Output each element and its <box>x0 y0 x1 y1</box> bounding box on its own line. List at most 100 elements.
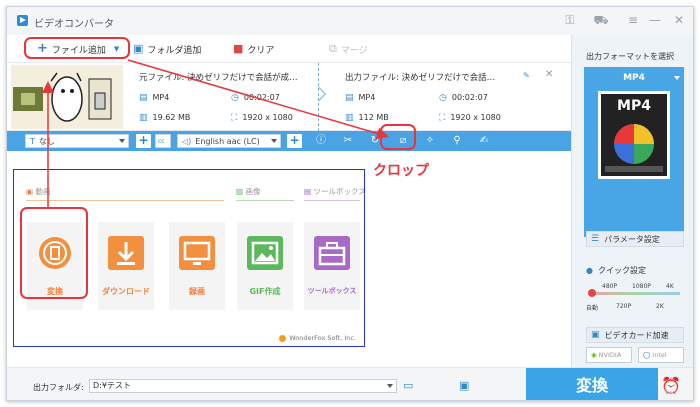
download-icon <box>108 236 144 270</box>
output-file-title: 出力ファイル: 決めゼリフだけで会話… <box>345 73 496 83</box>
merge-icon: ⧉ <box>329 42 337 55</box>
gif-card[interactable]: GIF作成 <box>237 222 293 310</box>
film-reel-icon <box>37 236 73 270</box>
add-file-button[interactable]: + ファイル追加 ▼ <box>37 41 119 57</box>
convert-button[interactable]: 変換 <box>526 368 658 400</box>
toolbox-card-label: ツールボックス <box>307 287 357 295</box>
wonderfox-logo-icon <box>279 334 287 342</box>
image-section-line <box>236 200 294 201</box>
output-folder-input[interactable]: D:¥テスト <box>89 379 397 393</box>
app-logo-icon <box>17 15 28 26</box>
output-format: ▤ MP4 <box>345 93 375 103</box>
quick-label-4k: 4K <box>666 283 674 290</box>
video-thumbnail[interactable] <box>11 65 123 129</box>
chevron-down-icon <box>387 384 393 388</box>
section-image: ▨ 画像 <box>236 186 260 197</box>
app-window: ビデオコンバータ ⚿ ⛟ ≡ — ✕ + ファイル追加 ▼ ▣ フォルダ追加 ■… <box>6 6 694 401</box>
merge-button[interactable]: ⧉ マージ <box>329 41 368 57</box>
quality-slider-handle[interactable] <box>588 289 596 297</box>
source-duration-value: 00:02:07 <box>243 93 280 102</box>
rotate-icon[interactable]: ↻ <box>368 134 382 148</box>
output-duration: ◷ 00:02:07 <box>439 93 488 103</box>
toolbox-section-line <box>304 200 360 201</box>
toolbox-icon <box>314 236 350 270</box>
section-video: ▣ 動画 <box>26 186 50 197</box>
intel-label: Intel <box>652 351 667 359</box>
chip-icon: ▣ <box>591 330 600 340</box>
clock-icon: ◷ <box>439 93 447 103</box>
source-resolution-value: 1920 x 1080 <box>242 113 293 122</box>
key-icon[interactable]: ⚿ <box>562 13 578 27</box>
dot-icon: ● <box>586 266 593 275</box>
plus-icon: + <box>37 41 48 56</box>
main-toolbar: + ファイル追加 ▼ ▣ フォルダ追加 ■ クリア ⧉ マージ <box>7 35 571 63</box>
browse-folder-icon[interactable]: ▣ <box>459 379 469 392</box>
record-card[interactable]: 録画 <box>169 222 225 310</box>
nvidia-icon: ◉ <box>591 351 597 359</box>
convert-card[interactable]: 変換 <box>27 222 83 310</box>
output-folder-label: 出力フォルダ: <box>33 383 84 392</box>
sliders-icon: ☰ <box>591 234 600 244</box>
source-duration: ◷ 00:02:07 <box>231 93 280 103</box>
source-format-value: MP4 <box>152 93 170 102</box>
add-folder-button[interactable]: ▣ フォルダ追加 <box>133 41 201 57</box>
cart-icon[interactable]: ⛟ <box>593 13 609 27</box>
output-format-value: MP4 <box>358 93 376 102</box>
output-resolution: ⛶ 1920 x 1080 <box>439 113 501 123</box>
quick-settings-label: クイック設定 <box>597 266 646 275</box>
open-folder-icon[interactable]: ▭ <box>403 379 413 392</box>
image-icon <box>247 236 283 270</box>
video-section-line <box>26 200 224 201</box>
resize-icon: ⛶ <box>231 113 238 123</box>
window-title: ビデオコンバータ <box>34 19 114 30</box>
download-card[interactable]: ダウンロード <box>98 222 154 310</box>
wonderfox-watermark: WonderFox Soft, Inc. <box>279 334 356 342</box>
source-resolution: ⛶ 1920 x 1080 <box>231 113 293 123</box>
monitor-icon <box>179 236 215 270</box>
tool-area: ▣ 動画 ▨ 画像 ▤ ツールボックス 変換 ダウンロード 録画 GIF作成 ツ… <box>7 151 571 367</box>
alarm-clock-icon[interactable]: ⏰ <box>661 376 681 395</box>
trash-icon: ■ <box>233 42 244 55</box>
intel-toggle[interactable]: ◯ Intel <box>638 347 684 363</box>
quality-slider[interactable] <box>590 292 680 295</box>
chevron-down-icon <box>674 76 680 80</box>
source-file-title: 元ファイル: 決めゼリフだけで会話が成… <box>139 73 298 83</box>
add-audio-button[interactable]: + <box>287 134 302 148</box>
add-subtitle-button[interactable]: + <box>136 134 151 148</box>
clear-label: クリア <box>247 45 275 56</box>
parameter-settings-button[interactable]: ☰ パラメータ設定 <box>586 231 684 247</box>
quick-label-1080p: 1080P <box>632 283 651 290</box>
merge-label: マージ <box>340 45 368 56</box>
minimize-icon[interactable]: — <box>647 13 663 27</box>
subtitle-select[interactable]: T なし <box>25 134 129 148</box>
speaker-icon: ◁) <box>182 136 192 146</box>
edit-icon[interactable]: ✍ <box>477 134 491 148</box>
remove-file-icon[interactable]: ✕ <box>545 69 553 80</box>
audio-select[interactable]: ◁) English aac (LC) <box>177 134 281 148</box>
parameter-settings-label: パラメータ設定 <box>604 234 660 244</box>
source-size: ▥ 19.62 MB <box>139 113 190 123</box>
crop-icon[interactable]: ⧄ <box>396 134 410 148</box>
info-icon[interactable]: ⓘ <box>314 134 328 148</box>
gif-card-label: GIF作成 <box>249 287 281 296</box>
watermark-icon[interactable]: ⚲ <box>450 134 464 148</box>
intel-icon: ◯ <box>643 351 651 359</box>
format-selector[interactable]: MP4 MP4 <box>584 67 684 237</box>
cut-icon[interactable]: ✂ <box>341 134 355 148</box>
edit-name-icon[interactable]: ✎ <box>523 71 530 80</box>
chevron-right-icon <box>311 86 327 102</box>
quick-settings-title: ● クイック設定 <box>586 265 646 276</box>
effects-icon[interactable]: ✧ <box>423 134 437 148</box>
film-icon: ▤ <box>139 93 148 103</box>
section-toolbox-label: ツールボックス <box>313 187 366 196</box>
menu-icon[interactable]: ≡ <box>625 13 641 27</box>
clear-button[interactable]: ■ クリア <box>233 41 274 57</box>
toolbox-card[interactable]: ツールボックス <box>304 222 360 310</box>
chevron-down-icon[interactable]: ▼ <box>114 45 119 53</box>
nvidia-toggle[interactable]: ◉ NVIDIA <box>586 347 632 363</box>
cc-icon[interactable]: cc <box>155 134 171 148</box>
quick-label-480p: 480P <box>602 283 618 290</box>
close-icon[interactable]: ✕ <box>671 13 687 27</box>
mp4-format-icon: MP4 <box>598 91 670 179</box>
format-panel: 出力フォーマットを選択 MP4 MP4 ☰ パラメータ設定 ● クイック設定 4… <box>571 35 693 367</box>
